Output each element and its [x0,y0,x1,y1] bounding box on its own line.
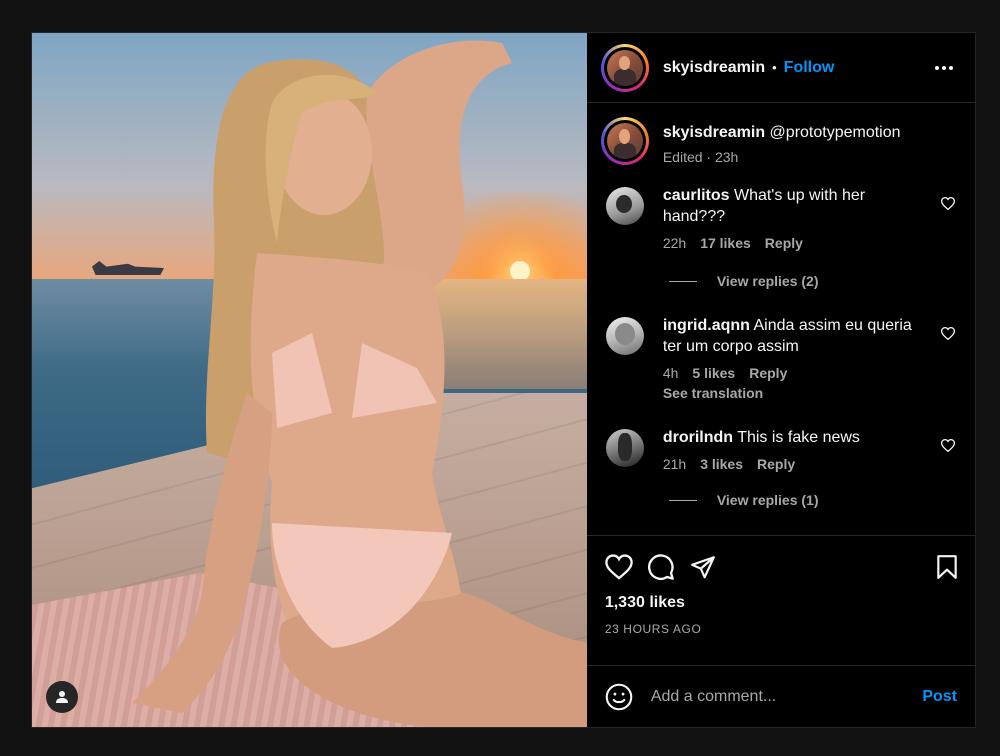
reply-button[interactable]: Reply [749,365,787,381]
post-caption: skyisdreamin @prototypemotion Edited · 2… [600,117,957,165]
author-avatar[interactable] [600,43,649,92]
post-header: skyisdreamin • Follow [586,33,975,103]
separator-dot: • [772,60,777,75]
comment-username[interactable]: ingrid.aqnn [663,317,750,334]
comment-item: drorilndn This is fake news 21h 3 likes … [601,427,957,472]
bookmark-icon[interactable] [935,554,959,580]
comment-input[interactable] [650,687,923,706]
caption-avatar[interactable] [600,117,649,165]
view-replies-label: View replies (1) [716,492,819,508]
commenter-avatar[interactable] [605,187,644,225]
comment-item: ingrid.aqnn Ainda assim eu queria ter um… [601,315,957,401]
view-replies-button[interactable]: View replies (2) [668,273,957,289]
edited-label: Edited [662,149,703,165]
post-actions: 1,330 likes 23 HOURS AGO [586,535,975,665]
comment-icon[interactable] [647,553,675,581]
comment-username[interactable]: caurlitos [663,187,730,204]
comment-item: caurlitos What's up with her hand??? 22h… [601,185,957,251]
heart-icon[interactable] [605,554,633,580]
user-icon [56,691,68,703]
view-replies-button[interactable]: View replies (1) [668,492,957,508]
caption-author[interactable]: skyisdreamin [663,124,765,141]
commenter-avatar[interactable] [605,317,644,355]
more-options-button[interactable] [929,60,959,76]
post-modal: skyisdreamin • Follow skyisdreamin @prot… [31,32,976,728]
comment-likes[interactable]: 5 likes [692,365,735,381]
view-replies-label: View replies (2) [716,273,819,289]
share-icon[interactable] [689,554,717,580]
comment-time[interactable]: 21h [663,456,686,472]
comment-text: This is fake news [733,429,860,446]
tagged-users-button[interactable] [46,681,78,713]
post-comment-button[interactable]: Post [922,688,957,706]
follow-button[interactable]: Follow [784,59,835,77]
post-timestamp: 23 HOURS AGO [604,622,702,636]
comment-likes[interactable]: 3 likes [700,456,743,472]
likes-count[interactable]: 1,330 likes [605,594,959,612]
comment-likes[interactable]: 17 likes [700,235,751,251]
comment-time[interactable]: 4h [663,365,679,381]
comment-username[interactable]: drorilndn [663,429,733,446]
comment-time[interactable]: 22h [663,235,686,251]
author-username[interactable]: skyisdreamin [663,59,765,77]
caption-time[interactable]: 23h [715,149,738,165]
comment-like-icon[interactable] [941,327,955,340]
person-figure [132,40,587,727]
comment-like-icon[interactable] [941,439,955,452]
emoji-icon[interactable] [605,683,633,711]
comments-list[interactable]: skyisdreamin @prototypemotion Edited · 2… [587,103,975,535]
caption-text: @prototypemotion [765,124,901,141]
post-image[interactable] [32,33,587,727]
comment-composer: Post [586,665,975,727]
see-translation-button[interactable]: See translation [663,385,929,401]
reply-button[interactable]: Reply [757,456,795,472]
commenter-avatar[interactable] [605,429,644,467]
comment-like-icon[interactable] [941,197,955,210]
more-icon [935,65,939,70]
reply-button[interactable]: Reply [765,235,803,251]
post-sidebar: skyisdreamin • Follow skyisdreamin @prot… [586,33,975,727]
